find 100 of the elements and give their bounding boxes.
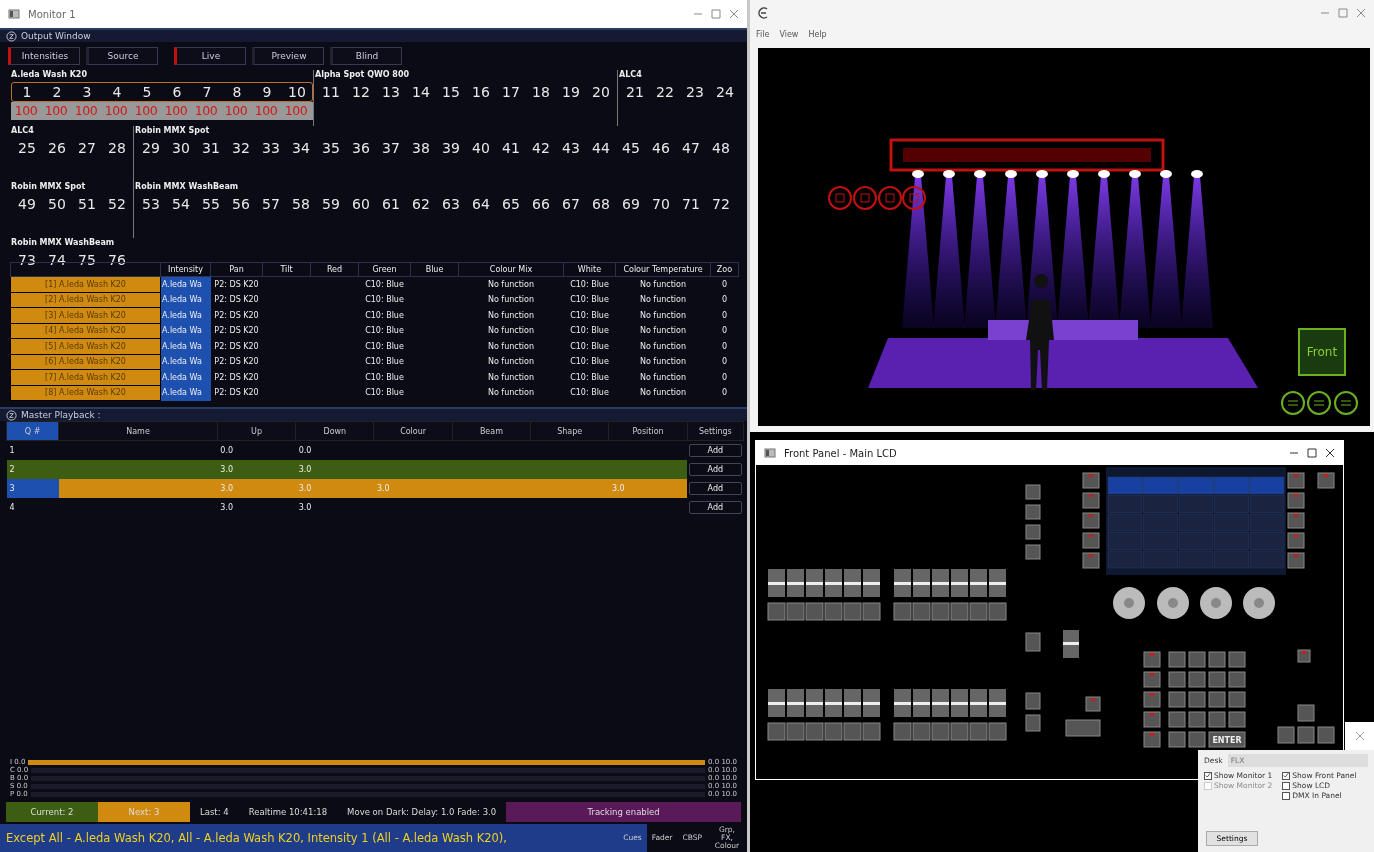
console-key[interactable]: [1025, 484, 1041, 500]
channel-number[interactable]: 65: [496, 195, 526, 213]
fader-button[interactable]: [786, 722, 805, 741]
console-key[interactable]: [1287, 552, 1305, 569]
channel-number[interactable]: 49: [12, 195, 42, 213]
channel-number[interactable]: 46: [646, 139, 676, 157]
channel-number[interactable]: 7: [192, 83, 222, 101]
channel-number[interactable]: 32: [226, 139, 256, 157]
maximize-icon[interactable]: [1307, 448, 1317, 458]
console-key[interactable]: [1317, 472, 1335, 489]
console-key[interactable]: [1025, 544, 1041, 560]
maximize-icon[interactable]: [711, 9, 721, 19]
fader-button[interactable]: [767, 602, 786, 621]
channel-group[interactable]: 29 30 31 32 33 34 35 36 37 38 39 40 41 42 43 44 45 46 47 48: [135, 138, 737, 158]
fader-button[interactable]: [950, 722, 969, 741]
channel-number[interactable]: 70: [646, 195, 676, 213]
console-key[interactable]: [1168, 651, 1186, 668]
console-key[interactable]: [1297, 704, 1315, 722]
console-key[interactable]: [1297, 726, 1315, 744]
fader-button[interactable]: [843, 602, 862, 621]
channel-number[interactable]: 41: [496, 139, 526, 157]
channel-number[interactable]: 45: [616, 139, 646, 157]
console-key[interactable]: [1208, 711, 1226, 728]
channel-number[interactable]: 50: [42, 195, 72, 213]
fader-button[interactable]: [786, 602, 805, 621]
console-key[interactable]: [1297, 649, 1311, 663]
channel-number[interactable]: 17: [496, 83, 526, 101]
console-key[interactable]: [1025, 504, 1041, 520]
console-key[interactable]: [1287, 472, 1305, 489]
channel-number[interactable]: 19: [556, 83, 586, 101]
channel-number[interactable]: 40: [466, 139, 496, 157]
channel-number[interactable]: 12: [346, 83, 376, 101]
fader-button[interactable]: [988, 602, 1007, 621]
channel-number[interactable]: 52: [102, 195, 132, 213]
stage-control-icon[interactable]: [878, 186, 902, 210]
channel-number[interactable]: 13: [376, 83, 406, 101]
channel-number[interactable]: 38: [406, 139, 436, 157]
channel-number[interactable]: 25: [12, 139, 42, 157]
channel-number[interactable]: 47: [676, 139, 706, 157]
channel-number[interactable]: 39: [436, 139, 466, 157]
channel-number[interactable]: 71: [676, 195, 706, 213]
console-key[interactable]: [1168, 671, 1186, 688]
master-fader[interactable]: [1063, 630, 1079, 658]
console-key[interactable]: [1143, 711, 1161, 728]
fader-button[interactable]: [824, 602, 843, 621]
console-key[interactable]: [1277, 726, 1295, 744]
channel-number[interactable]: 30: [166, 139, 196, 157]
encoder-knob[interactable]: [1157, 587, 1189, 619]
fader-button[interactable]: [969, 602, 988, 621]
channel-number[interactable]: 43: [556, 139, 586, 157]
console-key[interactable]: [1143, 651, 1161, 668]
console-key[interactable]: [1228, 711, 1246, 728]
channel-number[interactable]: 72: [706, 195, 736, 213]
cue-number[interactable]: 4: [6, 497, 59, 517]
fader-button[interactable]: [824, 722, 843, 741]
tab[interactable]: Source: [86, 47, 158, 65]
mode-tab[interactable]: Blind: [330, 47, 402, 65]
checkbox[interactable]: [1282, 781, 1291, 790]
fader-button[interactable]: [912, 602, 931, 621]
fader-button[interactable]: [893, 602, 912, 621]
channel-number[interactable]: 22: [650, 83, 680, 101]
channel-number[interactable]: 63: [436, 195, 466, 213]
console-key[interactable]: [1188, 691, 1206, 708]
channel-number[interactable]: 37: [376, 139, 406, 157]
channel-number[interactable]: 1: [12, 83, 42, 101]
channel-number[interactable]: 23: [680, 83, 710, 101]
fader-bank[interactable]: [768, 689, 880, 717]
console-key[interactable]: [1287, 532, 1305, 549]
close-icon[interactable]: [1325, 448, 1335, 458]
cue-number[interactable]: 2: [6, 459, 59, 479]
channel-number[interactable]: 75: [72, 251, 102, 269]
channel-number[interactable]: 69: [616, 195, 646, 213]
channel-number[interactable]: 3: [72, 83, 102, 101]
console-key[interactable]: [1188, 651, 1206, 668]
channel-group[interactable]: 25 26 27 28: [11, 138, 133, 158]
console-key[interactable]: [1208, 671, 1226, 688]
channel-number[interactable]: 53: [136, 195, 166, 213]
channel-number[interactable]: 66: [526, 195, 556, 213]
stage-control-icon[interactable]: [853, 186, 877, 210]
fader-button[interactable]: [767, 722, 786, 741]
fader-button[interactable]: [805, 722, 824, 741]
channel-number[interactable]: 27: [72, 139, 102, 157]
console-key[interactable]: [1065, 719, 1101, 737]
encoder-knob[interactable]: [1243, 587, 1275, 619]
channel-number[interactable]: 6: [162, 83, 192, 101]
menu-item[interactable]: Help: [808, 29, 827, 39]
add-button[interactable]: Add: [689, 481, 742, 495]
channel-number[interactable]: 10: [282, 83, 312, 101]
fader-button[interactable]: [950, 602, 969, 621]
console-key[interactable]: [1317, 726, 1335, 744]
channel-number[interactable]: 48: [706, 139, 736, 157]
stage-control-icon[interactable]: [902, 186, 926, 210]
channel-number[interactable]: 11: [316, 83, 346, 101]
channel-number[interactable]: 44: [586, 139, 616, 157]
stage-control-icon[interactable]: [828, 186, 852, 210]
fader-button[interactable]: [862, 722, 881, 741]
channel-number[interactable]: 26: [42, 139, 72, 157]
channel-number[interactable]: 59: [316, 195, 346, 213]
channel-number[interactable]: 62: [406, 195, 436, 213]
channel-number[interactable]: 54: [166, 195, 196, 213]
